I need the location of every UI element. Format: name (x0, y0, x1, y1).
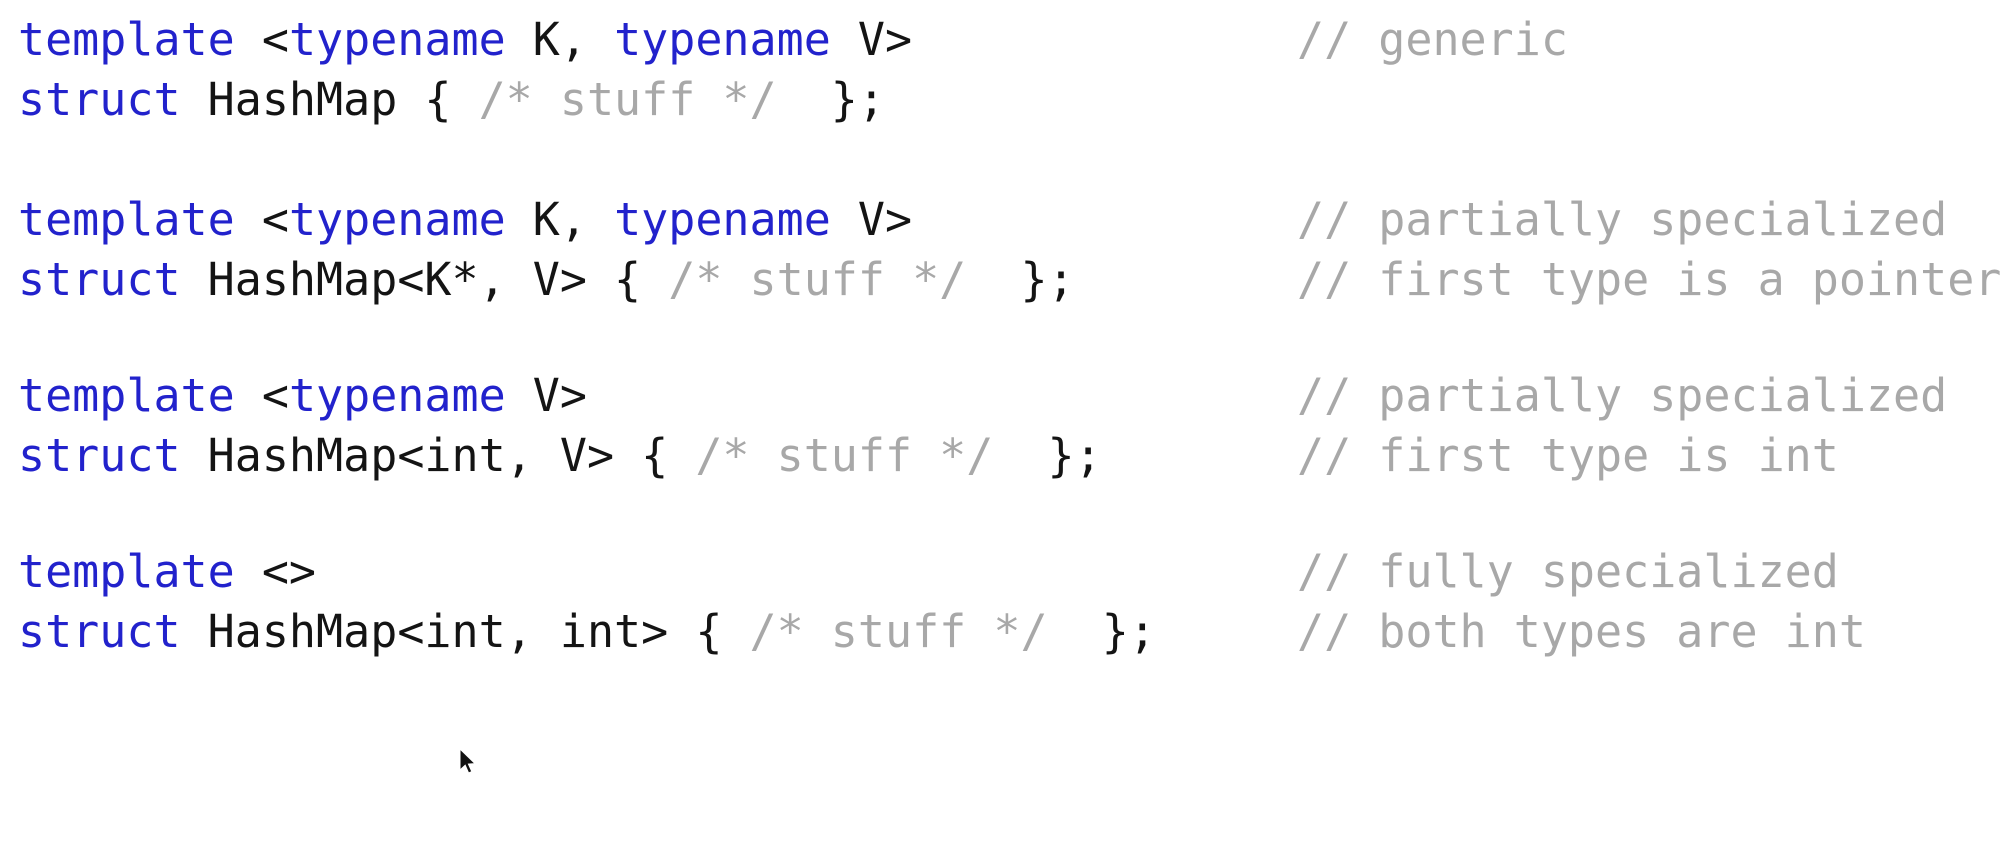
code-token-kw: typename (614, 193, 831, 246)
code-token-punct (506, 193, 533, 246)
code-token-ident: V (532, 369, 560, 422)
code-token-punct (831, 193, 858, 246)
trailing-comment: // fully specialized (1297, 545, 1839, 598)
code-token-punct: < (261, 193, 289, 246)
code-token-punct (831, 13, 858, 66)
code-token-punct (235, 13, 262, 66)
code-token-punct: < (261, 13, 289, 66)
code-token-punct: , (559, 13, 615, 66)
code-token-punct: }; (1047, 605, 1156, 658)
code-token-punct (181, 253, 208, 306)
code-token-punct (181, 429, 208, 482)
code-token-kw: template (18, 13, 235, 66)
code-token-punct (235, 369, 262, 422)
code-token-kw: struct (18, 253, 181, 306)
code-token-ident: HashMap (207, 429, 398, 482)
code-token-punct: > (559, 369, 587, 422)
code-line: struct HashMap<K*, V> { /* stuff */ }; (18, 252, 1075, 308)
code-token-ident: HashMap (207, 253, 398, 306)
code-token-punct (235, 193, 262, 246)
code-token-kw: typename (288, 193, 506, 246)
code-line: template <> (18, 544, 316, 600)
code-token-kw: struct (18, 605, 181, 658)
trailing-comment: // generic (1297, 13, 1568, 66)
code-token-blkcmt: /* stuff */ (695, 429, 994, 482)
code-token-punct: }; (993, 429, 1102, 482)
code-line: struct HashMap<int, int> { /* stuff */ }… (18, 604, 1156, 660)
code-token-kw: typename (614, 13, 831, 66)
code-token-punct: { (397, 73, 479, 126)
code-token-kw: typename (288, 13, 506, 66)
code-line: struct HashMap<int, V> { /* stuff */ }; (18, 428, 1102, 484)
code-token-punct (181, 605, 208, 658)
code-token-kw: struct (18, 429, 181, 482)
code-token-blkcmt: /* stuff */ (478, 73, 777, 126)
trailing-comment: // both types are int (1297, 605, 1866, 658)
code-token-punct: <int, V> { (397, 429, 696, 482)
trailing-comment: // partially specialized (1297, 193, 1948, 246)
code-token-punct: <> (261, 545, 317, 598)
code-line: template <typename K, typename V> (18, 192, 912, 248)
code-token-ident: K (532, 13, 560, 66)
code-token-punct: < (261, 369, 289, 422)
code-token-ident: K (532, 193, 560, 246)
code-token-kw: template (18, 545, 235, 598)
code-canvas: template <typename K, typename V> // gen… (0, 0, 2012, 867)
code-line: template <typename V> (18, 368, 587, 424)
code-token-kw: struct (18, 73, 181, 126)
code-token-blkcmt: /* stuff */ (749, 605, 1048, 658)
code-token-punct: }; (966, 253, 1075, 306)
code-token-kw: template (18, 193, 235, 246)
code-token-ident: HashMap (207, 605, 398, 658)
code-token-ident: HashMap (207, 73, 398, 126)
code-token-kw: template (18, 369, 235, 422)
code-token-ident: V (857, 193, 885, 246)
trailing-comment: // partially specialized (1297, 369, 1948, 422)
code-token-punct: <int, int> { (397, 605, 750, 658)
code-token-punct (181, 73, 208, 126)
code-token-punct: , (559, 193, 615, 246)
code-token-punct: }; (776, 73, 885, 126)
code-token-blkcmt: /* stuff */ (668, 253, 967, 306)
mouse-arrow-pointer-icon (459, 748, 477, 774)
code-token-ident: V (857, 13, 885, 66)
code-token-punct (506, 369, 533, 422)
code-token-punct (235, 545, 262, 598)
code-line: struct HashMap { /* stuff */ }; (18, 72, 885, 128)
code-token-punct: > (885, 13, 913, 66)
trailing-comment: // first type is a pointer (1297, 253, 2002, 306)
code-token-punct: <K*, V> { (397, 253, 669, 306)
code-token-kw: typename (288, 369, 506, 422)
code-token-punct: > (885, 193, 913, 246)
code-line: template <typename K, typename V> (18, 12, 912, 68)
trailing-comment: // first type is int (1297, 429, 1839, 482)
code-token-punct (506, 13, 533, 66)
